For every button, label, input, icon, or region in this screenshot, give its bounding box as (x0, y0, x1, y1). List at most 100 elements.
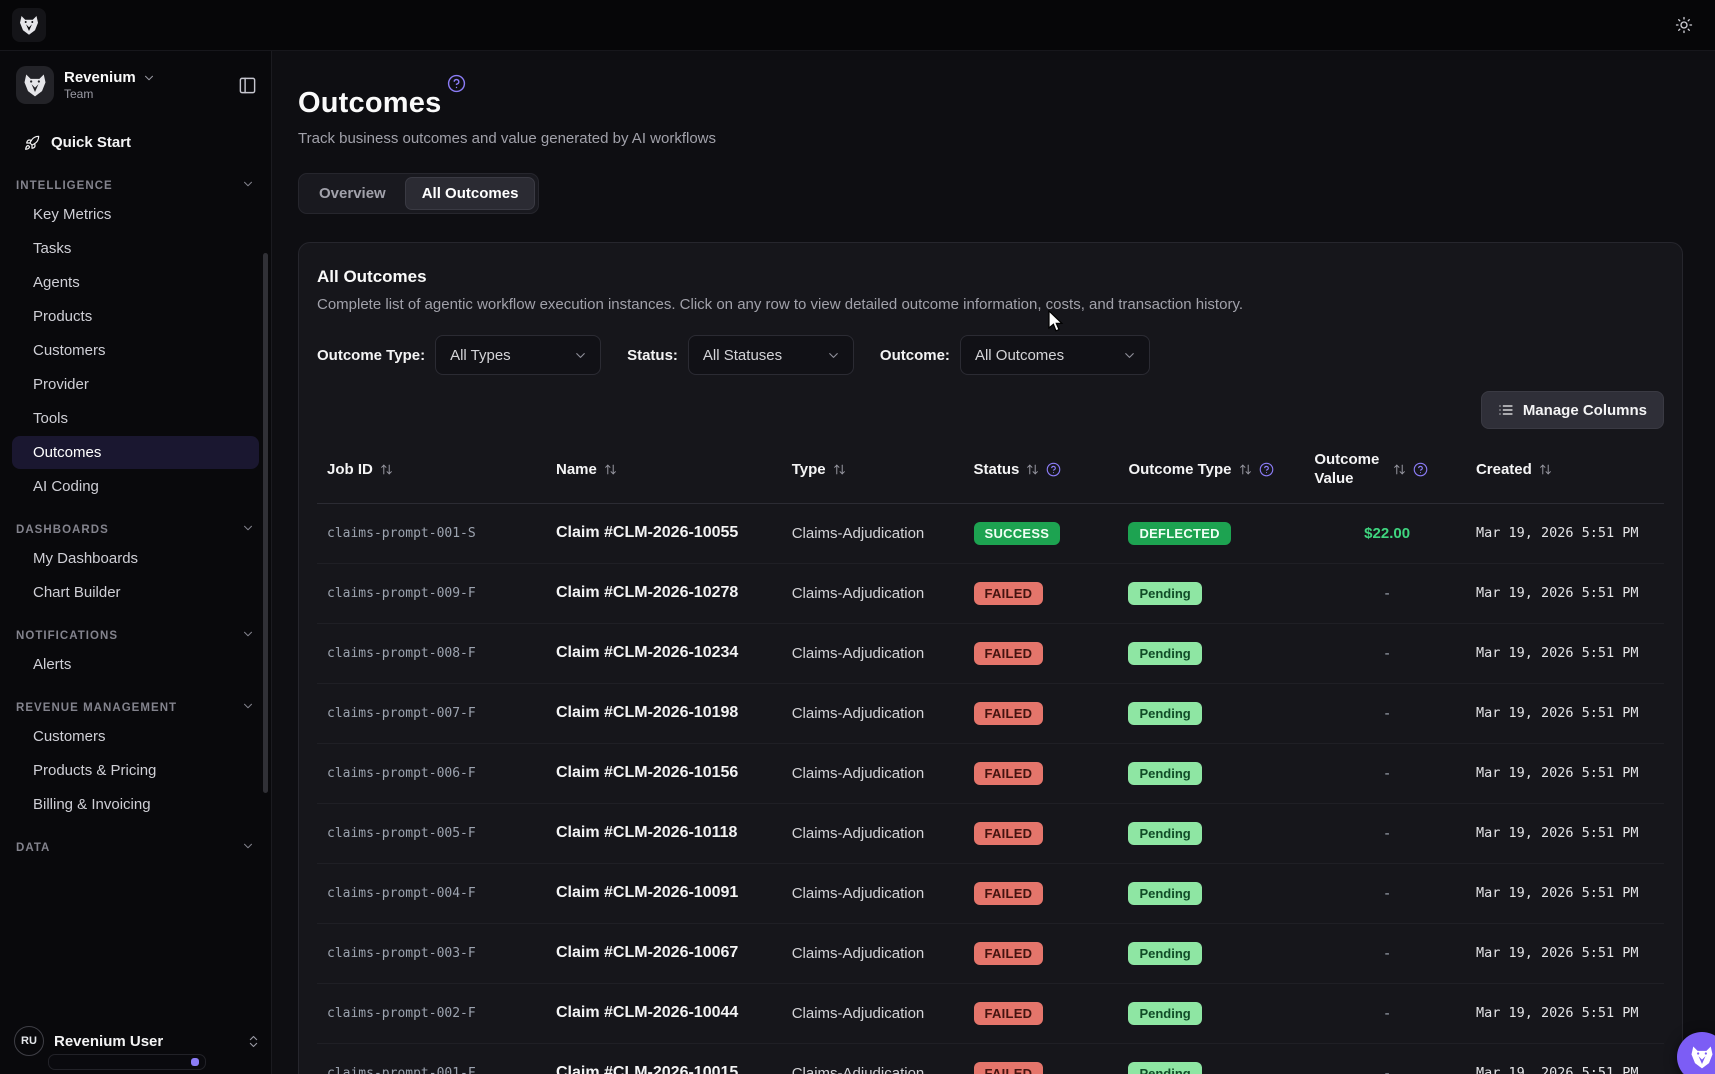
sidebar-item-outcomes[interactable]: Outcomes (12, 436, 259, 469)
status-select[interactable]: All Statuses (687, 335, 854, 375)
tab-overview[interactable]: Overview (302, 177, 403, 210)
sidebar-item-label: Tasks (33, 240, 72, 257)
help-icon[interactable] (447, 74, 466, 93)
sidebar-item-label: Provider (33, 376, 89, 393)
sidebar-item-alerts[interactable]: Alerts (12, 648, 259, 681)
table-row[interactable]: claims-prompt-004-F Claim #CLM-2026-10091… (317, 862, 1664, 923)
column-header-created[interactable]: Created (1465, 441, 1664, 504)
sidebar-item-products-pricing[interactable]: Products & Pricing (12, 754, 259, 787)
page-title: Outcomes (298, 87, 442, 119)
type-cell: Claims-Adjudication (781, 742, 964, 803)
user-menu[interactable]: RU Revenium User (14, 1026, 261, 1056)
chevron-down-icon (241, 627, 255, 644)
card-title: All Outcomes (317, 267, 427, 286)
outcome-select[interactable]: All Outcomes (959, 335, 1150, 375)
table-row[interactable]: claims-prompt-005-F Claim #CLM-2026-10118… (317, 802, 1664, 863)
team-name: Revenium (64, 69, 136, 86)
sidebar-scrollbar[interactable] (263, 253, 268, 793)
table-row[interactable]: claims-prompt-009-F Claim #CLM-2026-10278… (317, 562, 1664, 623)
sidebar-item-products[interactable]: Products (12, 300, 259, 333)
sidebar-item-label: Customers (33, 342, 106, 359)
created-cell: Mar 19, 2026 5:51 PM (1465, 622, 1664, 683)
tab-all-outcomes[interactable]: All Outcomes (404, 177, 536, 210)
claim-name-cell: Claim #CLM-2026-10055 (555, 524, 739, 541)
app-logo-icon[interactable] (12, 8, 46, 42)
sidebar-section-dashboards[interactable]: DASHBOARDS (16, 521, 255, 538)
outcome-value-cell: - (1304, 1042, 1466, 1074)
sidebar-section-data[interactable]: DATA (16, 839, 255, 856)
table-row[interactable]: claims-prompt-001-F Claim #CLM-2026-10015… (317, 1042, 1664, 1074)
filter-outcome-type: Outcome Type: All Types (317, 335, 602, 375)
sidebar-collapse-button[interactable] (238, 76, 257, 95)
created-cell: Mar 19, 2026 5:51 PM (1475, 524, 1639, 541)
type-cell: Claims-Adjudication (781, 862, 964, 923)
user-menu-partial (48, 1054, 206, 1070)
sidebar-section-intelligence[interactable]: INTELLIGENCE (16, 177, 255, 194)
sidebar-item-tasks[interactable]: Tasks (12, 232, 259, 265)
column-header-status[interactable]: Status (963, 441, 1119, 504)
outcome-value-cell: - (1304, 982, 1466, 1043)
outcome-type-badge: Pending (1128, 761, 1202, 785)
sidebar-item-key-metrics[interactable]: Key Metrics (12, 198, 259, 231)
sidebar-item-my-dashboards[interactable]: My Dashboards (12, 542, 259, 575)
status-badge: FAILED (973, 641, 1044, 665)
sidebar-section-revenue-management[interactable]: REVENUE MANAGEMENT (16, 699, 255, 716)
created-cell: Mar 19, 2026 5:51 PM (1465, 562, 1664, 623)
status-badge: FAILED (973, 761, 1044, 785)
sidebar-item-customers[interactable]: Customers (12, 334, 259, 367)
help-icon[interactable] (1259, 462, 1274, 477)
filter-label: Outcome Type: (317, 346, 426, 364)
help-icon[interactable] (1046, 462, 1061, 477)
column-header-name[interactable]: Name (545, 441, 782, 504)
sidebar-section-notifications[interactable]: NOTIFICATIONS (16, 627, 255, 644)
sidebar-item-tools[interactable]: Tools (12, 402, 259, 435)
select-value: All Outcomes (974, 346, 1065, 364)
select-value: All Types (450, 346, 511, 364)
column-header-job-id[interactable]: Job ID (317, 441, 546, 504)
table-row[interactable]: claims-prompt-001-S Claim #CLM-2026-10055… (317, 503, 1664, 563)
type-cell: Claims-Adjudication (781, 622, 964, 683)
quick-start-label: Quick Start (51, 134, 132, 151)
help-icon[interactable] (1413, 462, 1428, 477)
topbar (0, 0, 1715, 51)
sidebar-item-label: Products (33, 308, 93, 325)
table-row[interactable]: claims-prompt-003-F Claim #CLM-2026-10067… (317, 922, 1664, 983)
table-row[interactable]: claims-prompt-008-F Claim #CLM-2026-10234… (317, 622, 1664, 683)
job-id-cell: claims-prompt-003-F (317, 922, 546, 983)
table-row[interactable]: claims-prompt-007-F Claim #CLM-2026-10198… (317, 682, 1664, 743)
manage-columns-label: Manage Columns (1522, 401, 1647, 419)
table-row[interactable]: claims-prompt-002-F Claim #CLM-2026-10044… (317, 982, 1664, 1043)
sidebar-item-customers[interactable]: Customers (12, 720, 259, 753)
column-header-type[interactable]: Type (781, 441, 964, 504)
column-header-outcome-value[interactable]: Outcome Value (1304, 441, 1466, 504)
sidebar-item-billing-invoicing[interactable]: Billing & Invoicing (12, 788, 259, 821)
outcome-type-select[interactable]: All Types (435, 335, 602, 375)
theme-toggle-button[interactable] (1675, 16, 1693, 34)
sidebar-item-label: AI Coding (33, 478, 99, 495)
sidebar-item-agents[interactable]: Agents (12, 266, 259, 299)
tabs: Overview All Outcomes (298, 173, 540, 214)
outcomes-table-body: claims-prompt-001-S Claim #CLM-2026-10055… (317, 503, 1664, 1074)
sidebar-item-quick-start[interactable]: Quick Start (12, 126, 259, 159)
sidebar-item-ai-coding[interactable]: AI Coding (12, 470, 259, 503)
sidebar-item-label: Tools (33, 410, 69, 427)
sort-icon (1393, 463, 1406, 476)
outcome-value-cell: - (1304, 862, 1466, 923)
sidebar-item-label: Alerts (33, 656, 72, 673)
accent-dot (191, 1058, 199, 1066)
sidebar-item-chart-builder[interactable]: Chart Builder (12, 576, 259, 609)
team-switcher[interactable]: Revenium Team (0, 51, 271, 110)
filter-outcome: Outcome: All Outcomes (880, 335, 1150, 375)
column-header-outcome-type[interactable]: Outcome Type (1118, 441, 1305, 504)
job-id-cell: claims-prompt-008-F (317, 622, 546, 683)
table-row[interactable]: claims-prompt-006-F Claim #CLM-2026-10156… (317, 742, 1664, 803)
job-id-cell: claims-prompt-002-F (317, 982, 546, 1043)
status-badge: SUCCESS (973, 521, 1061, 545)
outcomes-table-head-row: Job ID Name Type Status Outcome Type Outcome … (317, 441, 1664, 504)
created-cell: Mar 19, 2026 5:51 PM (1465, 742, 1664, 803)
sidebar-sections: INTELLIGENCE Key Metrics Tasks Agents Produc… (0, 159, 271, 860)
sidebar-item-provider[interactable]: Provider (12, 368, 259, 401)
manage-columns-button[interactable]: Manage Columns (1480, 391, 1664, 429)
sun-icon (1675, 16, 1693, 34)
outcome-type-badge: Pending (1128, 701, 1202, 725)
